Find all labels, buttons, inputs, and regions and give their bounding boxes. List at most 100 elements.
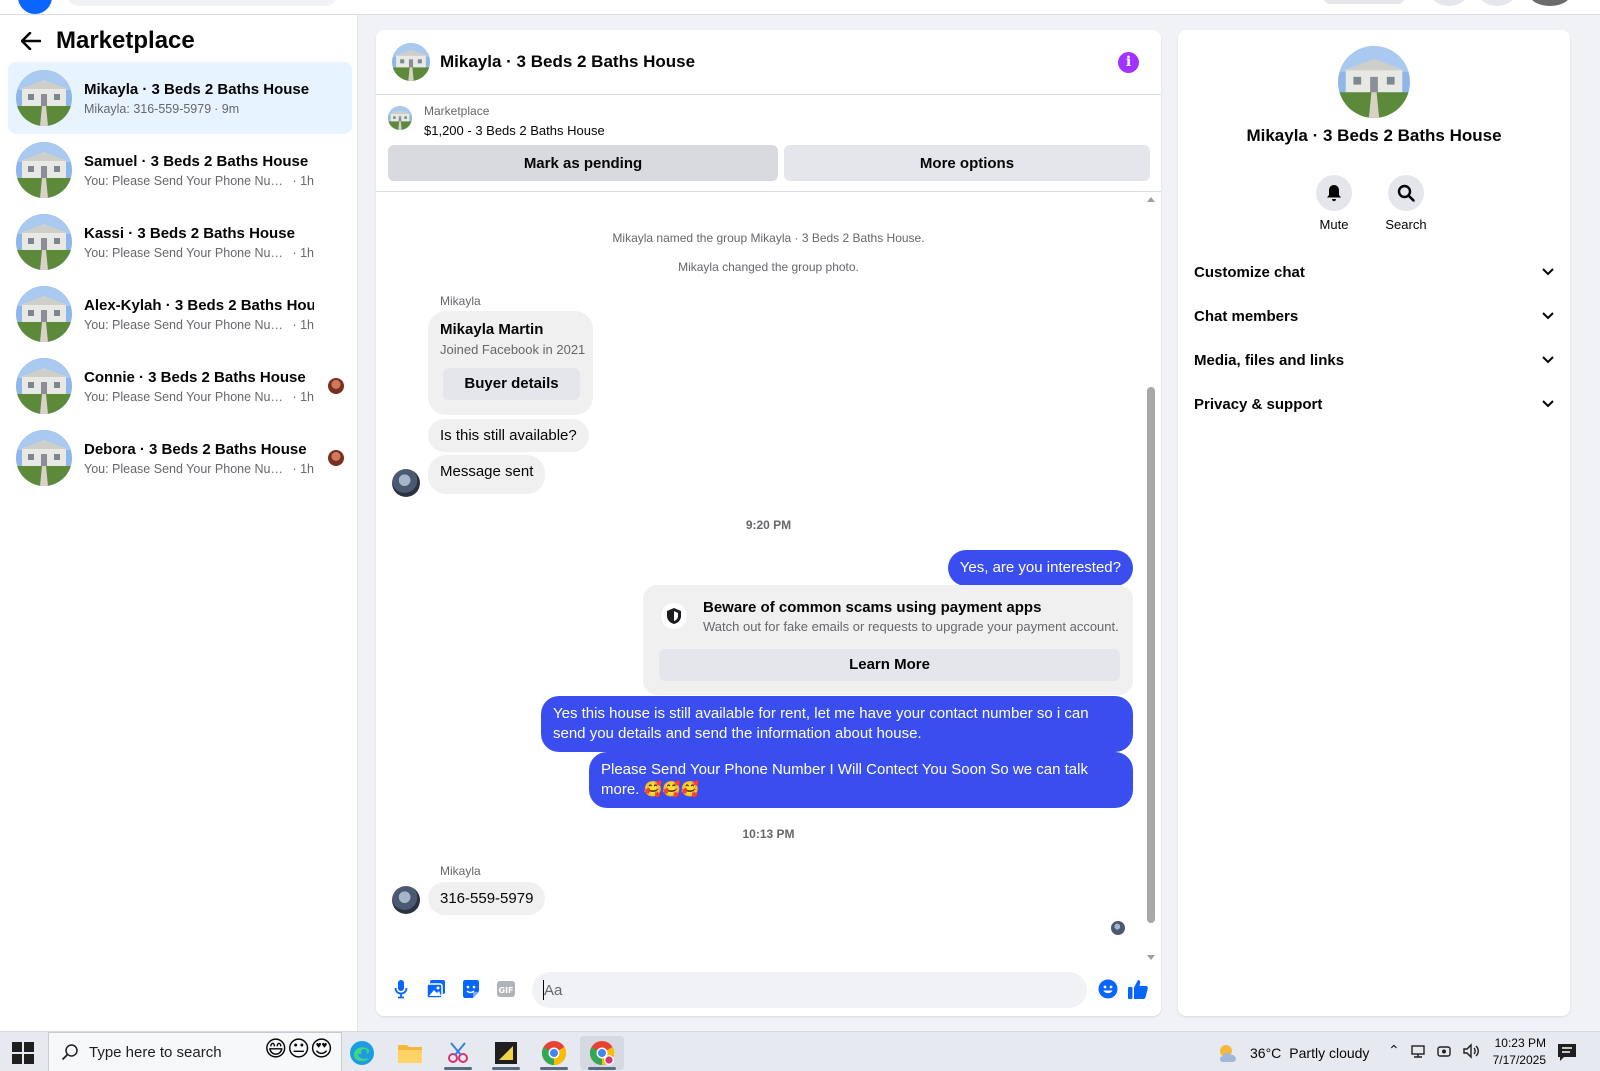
search-conversation-button[interactable]: Search xyxy=(1376,175,1436,232)
search-label: Search xyxy=(1385,217,1427,232)
sticky-notes-icon[interactable] xyxy=(484,1036,528,1070)
group-photo[interactable] xyxy=(1338,46,1410,118)
mark-as-pending-button[interactable]: Mark as pending xyxy=(388,145,778,181)
bell-icon[interactable] xyxy=(1316,175,1352,211)
top-bar-button[interactable] xyxy=(1322,0,1406,4)
outgoing-message[interactable]: Please Send Your Phone Number I Will Con… xyxy=(589,752,1133,808)
conversation-text: Connie · 3 Beds 2 Baths House You: Please… xyxy=(84,369,314,404)
conversation-thumbnail xyxy=(16,358,72,414)
section-label: Privacy & support xyxy=(1194,395,1323,413)
sender-name: Mikayla xyxy=(440,864,481,878)
privacy-support-section[interactable]: Privacy & support xyxy=(1194,384,1554,424)
notification-center-icon[interactable] xyxy=(1556,1042,1578,1062)
snipping-tool-icon[interactable] xyxy=(436,1036,480,1070)
chrome-profile-icon[interactable] xyxy=(580,1036,624,1070)
conversation-time: · 1h xyxy=(292,245,314,260)
more-options-button[interactable]: More options xyxy=(784,145,1150,181)
conversation-text: Mikayla · 3 Beds 2 Baths House Mikayla: 3… xyxy=(84,81,314,116)
message-composer: GIF xyxy=(376,958,1161,1016)
back-arrow-icon[interactable] xyxy=(20,30,42,52)
sticker-icon[interactable] xyxy=(460,978,482,1000)
file-explorer-icon[interactable] xyxy=(388,1036,432,1070)
profile-avatar[interactable] xyxy=(1530,0,1570,6)
chat-members-section[interactable]: Chat members xyxy=(1194,296,1554,336)
media-files-links-section[interactable]: Media, files and links xyxy=(1194,340,1554,380)
scam-warning-card: Beware of common scams using payment app… xyxy=(643,585,1133,695)
chat-details-panel: Mikayla · 3 Beds 2 Baths House Mute Sear… xyxy=(1178,30,1570,1016)
outgoing-message[interactable]: Yes, are you interested? xyxy=(947,550,1133,586)
conversation-item[interactable]: Connie · 3 Beds 2 Baths House You: Please… xyxy=(8,350,352,422)
conversation-name: Kassi · 3 Beds 2 Baths House xyxy=(84,224,295,242)
chevron-down-icon xyxy=(1542,356,1554,364)
section-label: Chat members xyxy=(1194,307,1299,325)
sender-avatar[interactable] xyxy=(392,886,420,914)
incoming-message[interactable]: 316-559-5979 xyxy=(428,882,546,915)
message-thread: Mikayla named the group Mikayla · 3 Beds… xyxy=(376,193,1161,982)
microphone-icon[interactable] xyxy=(390,978,412,1000)
conversation-time: · 1h xyxy=(292,173,314,188)
warning-title: Beware of common scams using payment app… xyxy=(703,599,1042,616)
info-icon[interactable]: i xyxy=(1118,52,1139,73)
listing-source: Marketplace xyxy=(424,104,490,118)
conversation-time: · 1h xyxy=(292,389,314,404)
chat-title[interactable]: Mikayla · 3 Beds 2 Baths House xyxy=(440,52,695,72)
incoming-message[interactable]: Is this still available? xyxy=(428,419,589,452)
chevron-down-icon xyxy=(1542,268,1554,276)
message-scrollbar[interactable] xyxy=(1146,193,1156,982)
facebook-logo-icon[interactable] xyxy=(18,0,52,14)
photo-icon[interactable] xyxy=(425,978,447,1000)
conversation-preview-row: Mikayla: 316-559-5979 · 9m xyxy=(84,102,314,116)
warning-subtitle: Watch out for fake emails or requests to… xyxy=(703,619,1119,634)
chrome-icon[interactable] xyxy=(532,1036,576,1070)
menu-icon[interactable] xyxy=(1432,0,1466,6)
system-message: Mikayla named the group Mikayla · 3 Beds… xyxy=(612,231,925,245)
outgoing-message[interactable]: Yes this house is still available for re… xyxy=(541,696,1133,752)
facebook-search-box[interactable] xyxy=(66,0,338,6)
listing-price-title[interactable]: $1,200 - 3 Beds 2 Baths House xyxy=(424,123,605,138)
windows-start-icon[interactable] xyxy=(12,1042,34,1064)
like-thumb-icon[interactable] xyxy=(1127,978,1149,1000)
conversation-item[interactable]: Kassi · 3 Beds 2 Baths House You: Please … xyxy=(8,206,352,278)
chat-panel: Mikayla · 3 Beds 2 Baths House i Marketp… xyxy=(376,30,1161,1016)
meet-now-icon[interactable] xyxy=(1436,1043,1452,1059)
conversation-item[interactable]: Debora · 3 Beds 2 Baths House You: Please… xyxy=(8,422,352,494)
listing-thumbnail[interactable] xyxy=(388,106,412,130)
conversation-name: Samuel · 3 Beds 2 Baths House xyxy=(84,152,309,170)
conversation-thumbnail xyxy=(16,70,72,126)
scroll-up-arrow-icon[interactable] xyxy=(1147,197,1155,202)
notifications-icon[interactable] xyxy=(1480,0,1514,6)
chevron-up-icon[interactable]: ⌃ xyxy=(1388,1043,1400,1059)
sender-avatar[interactable] xyxy=(392,469,420,497)
system-clock[interactable]: 10:23 PM 7/17/2025 xyxy=(1482,1035,1546,1069)
taskbar-search[interactable]: Type here to search 😄😐😍 xyxy=(48,1032,342,1071)
section-label: Media, files and links xyxy=(1194,351,1345,369)
text-caret xyxy=(543,980,544,1000)
buyer-name: Mikayla Martin xyxy=(440,321,544,338)
weather-widget[interactable]: 36°C Partly cloudy xyxy=(1216,1042,1369,1064)
conversation-text: Kassi · 3 Beds 2 Baths House You: Please … xyxy=(84,225,314,260)
learn-more-button[interactable]: Learn More xyxy=(659,649,1120,681)
chevron-down-icon xyxy=(1542,400,1554,408)
customize-chat-section[interactable]: Customize chat xyxy=(1194,252,1554,292)
buyer-details-button[interactable]: Buyer details xyxy=(443,368,580,400)
search-icon[interactable] xyxy=(1388,175,1424,211)
conversation-item[interactable]: Samuel · 3 Beds 2 Baths House You: Please… xyxy=(8,134,352,206)
seen-avatar xyxy=(328,450,344,466)
chat-thumbnail[interactable] xyxy=(392,43,430,81)
incoming-message[interactable]: Message sent xyxy=(428,455,546,494)
edge-browser-icon[interactable] xyxy=(340,1036,384,1070)
buyer-card: Mikayla Martin Joined Facebook in 2021 B… xyxy=(428,311,593,415)
conversation-name: Alex-Kylah · 3 Beds 2 Baths House xyxy=(84,296,314,314)
scroll-thumb[interactable] xyxy=(1147,387,1155,923)
clock-date: 7/17/2025 xyxy=(1492,1053,1546,1067)
conversation-time: · 1h xyxy=(292,461,314,476)
conversation-item[interactable]: Mikayla · 3 Beds 2 Baths House Mikayla: 3… xyxy=(8,62,352,134)
volume-icon[interactable] xyxy=(1462,1043,1480,1059)
network-icon[interactable] xyxy=(1410,1043,1426,1059)
conversation-preview: You: Please Send Your Phone Num... xyxy=(84,461,290,476)
message-input[interactable] xyxy=(532,972,1087,1008)
conversation-item[interactable]: Alex-Kylah · 3 Beds 2 Baths House You: Pl… xyxy=(8,278,352,350)
gif-icon[interactable]: GIF xyxy=(495,978,517,1000)
emoji-icon[interactable] xyxy=(1097,978,1119,1000)
mute-button[interactable]: Mute xyxy=(1304,175,1364,232)
